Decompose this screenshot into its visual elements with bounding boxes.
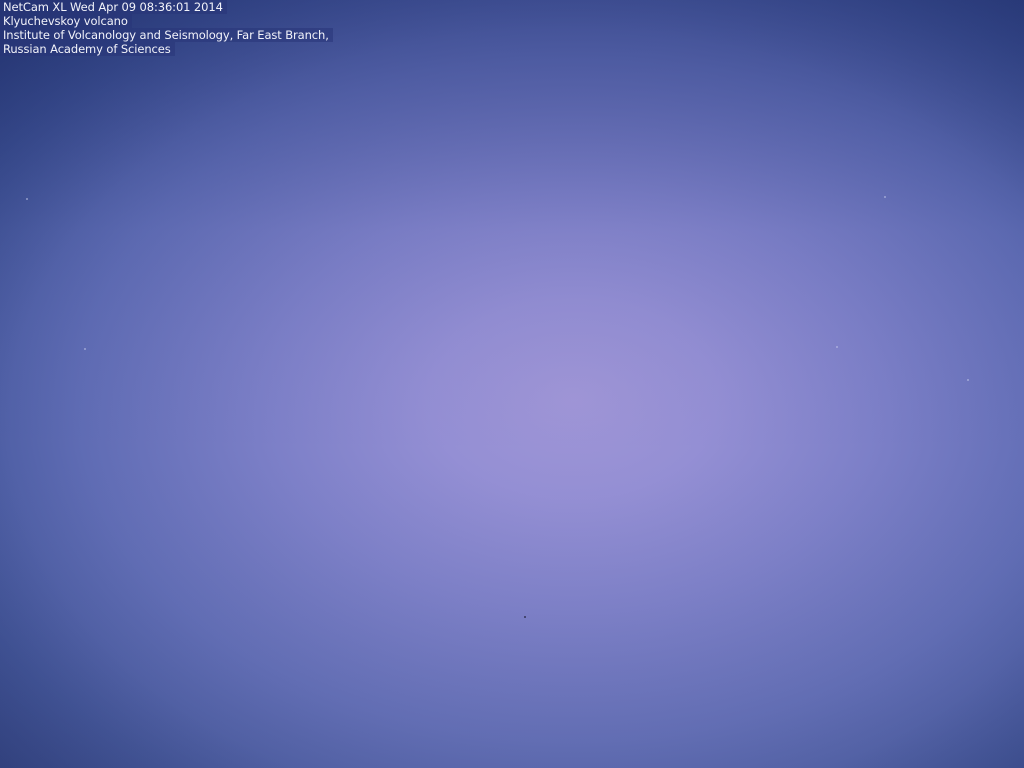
dust-speck [26, 198, 28, 200]
camera-caption: NetCam XL Wed Apr 09 08:36:01 2014 Klyuc… [0, 0, 333, 56]
dust-speck [524, 616, 526, 618]
dust-speck [967, 379, 969, 381]
dust-speck [836, 346, 838, 348]
dust-speck [884, 196, 886, 198]
lens-vignette [0, 0, 1024, 768]
caption-academy: Russian Academy of Sciences [0, 42, 175, 56]
caption-institute: Institute of Volcanology and Seismology,… [0, 28, 333, 42]
webcam-image: NetCam XL Wed Apr 09 08:36:01 2014 Klyuc… [0, 0, 1024, 768]
caption-institute-line: Institute of Volcanology and Seismology,… [0, 28, 333, 42]
caption-location: Klyuchevskoy volcano [0, 14, 132, 28]
caption-location-line: Klyuchevskoy volcano [0, 14, 333, 28]
dust-speck [84, 348, 86, 350]
caption-timestamp: NetCam XL Wed Apr 09 08:36:01 2014 [0, 0, 227, 14]
caption-academy-line: Russian Academy of Sciences [0, 42, 333, 56]
caption-timestamp-line: NetCam XL Wed Apr 09 08:36:01 2014 [0, 0, 333, 14]
